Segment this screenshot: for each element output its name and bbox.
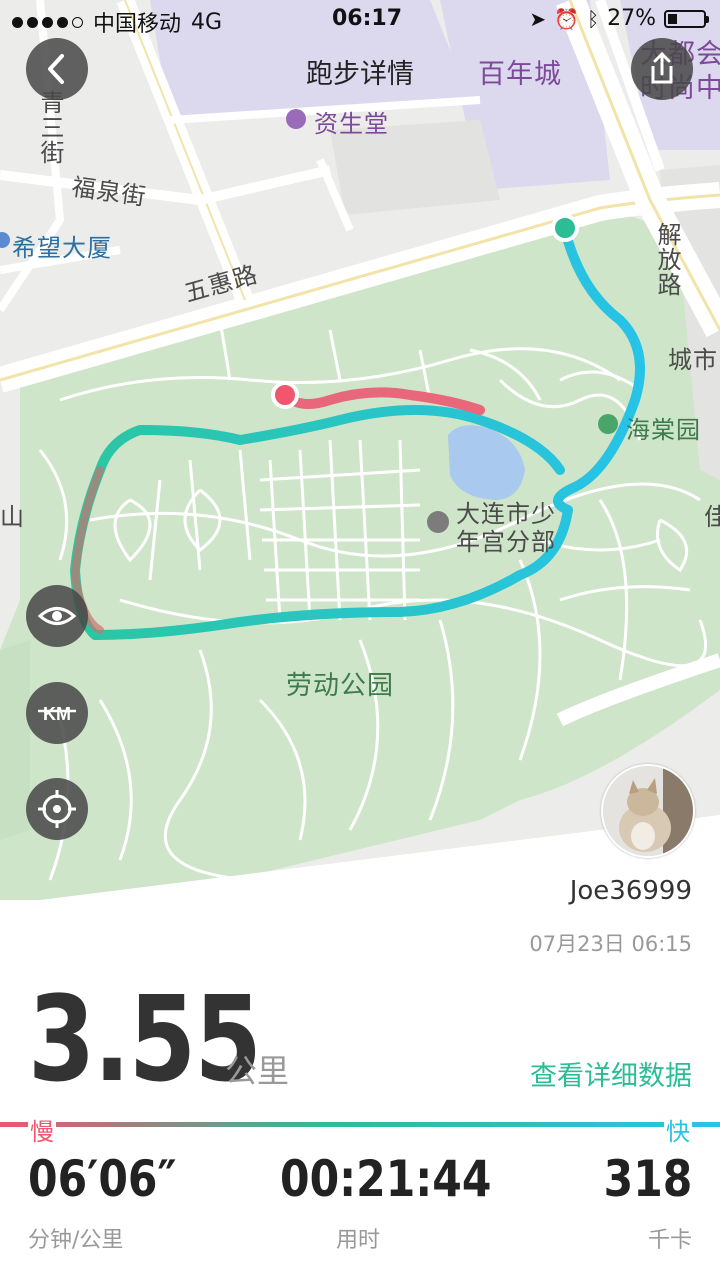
cat-avatar-image xyxy=(603,766,693,856)
map-label: 年宫分部 xyxy=(456,528,556,556)
share-icon xyxy=(651,51,673,84)
pace-gradient-bar xyxy=(0,1122,720,1127)
fast-label: 快 xyxy=(664,1112,692,1147)
toggle-route-button[interactable] xyxy=(26,585,88,647)
calories-label: 千卡 xyxy=(647,1228,692,1253)
map-label: 希望大厦 xyxy=(12,234,112,262)
alarm-icon: ⏰ xyxy=(554,6,580,31)
locate-icon xyxy=(38,790,76,828)
run-datetime: 07月23日 06:15 xyxy=(529,932,692,956)
route-map[interactable]: 青三街 福泉街 希望大厦 五惠路 资生堂 百年城 大都会 时尚中 解放路 城市 … xyxy=(0,0,720,900)
map-label: 劳动公园 xyxy=(286,671,395,701)
km-label: KM xyxy=(43,704,71,724)
map-label: 佳 xyxy=(704,503,720,531)
signal-icon xyxy=(12,16,83,28)
pace-label: 分钟/公里 xyxy=(28,1228,124,1253)
view-details-link[interactable]: 查看详细数据 xyxy=(530,1054,692,1093)
start-marker xyxy=(551,214,579,242)
km-marker-button[interactable]: KM xyxy=(26,682,88,744)
slow-label: 慢 xyxy=(28,1112,56,1147)
map-label: 青三街 xyxy=(36,90,64,165)
duration-value: 00:21:44 xyxy=(280,1150,492,1208)
map-label: 资生堂 xyxy=(314,110,389,138)
calories-value: 318 xyxy=(603,1150,692,1208)
map-label: 解放路 xyxy=(653,222,681,297)
battery-percent: 27% xyxy=(607,6,656,31)
avatar[interactable] xyxy=(601,764,695,858)
museum-icon xyxy=(427,511,449,533)
page-title: 跑步详情 xyxy=(306,59,414,90)
pace-value: 06′06″ xyxy=(28,1150,177,1208)
network-type: 4G xyxy=(191,9,223,35)
status-bar: 中国移动 4G 06:17 ➤ ⏰ ᛒ 27% xyxy=(0,0,720,40)
share-button[interactable] xyxy=(631,38,693,100)
carrier-name: 中国移动 xyxy=(93,12,182,37)
km-icon: KM xyxy=(38,704,76,724)
eye-icon xyxy=(37,607,77,625)
map-label: 海棠园 xyxy=(626,416,701,444)
status-time: 06:17 xyxy=(332,6,403,31)
end-marker xyxy=(271,381,299,409)
distance-unit: 公里 xyxy=(225,1052,290,1090)
username: Joe36999 xyxy=(569,876,692,906)
location-icon: ➤ xyxy=(529,6,547,31)
duration-label: 用时 xyxy=(336,1228,381,1253)
map-label: 山 xyxy=(0,503,25,531)
battery-icon xyxy=(664,9,709,28)
map-label: 城市 xyxy=(668,346,718,374)
park-poi-icon xyxy=(598,414,618,434)
locate-button[interactable] xyxy=(26,778,88,840)
shop-icon xyxy=(286,109,306,129)
bluetooth-icon: ᛒ xyxy=(587,6,600,31)
